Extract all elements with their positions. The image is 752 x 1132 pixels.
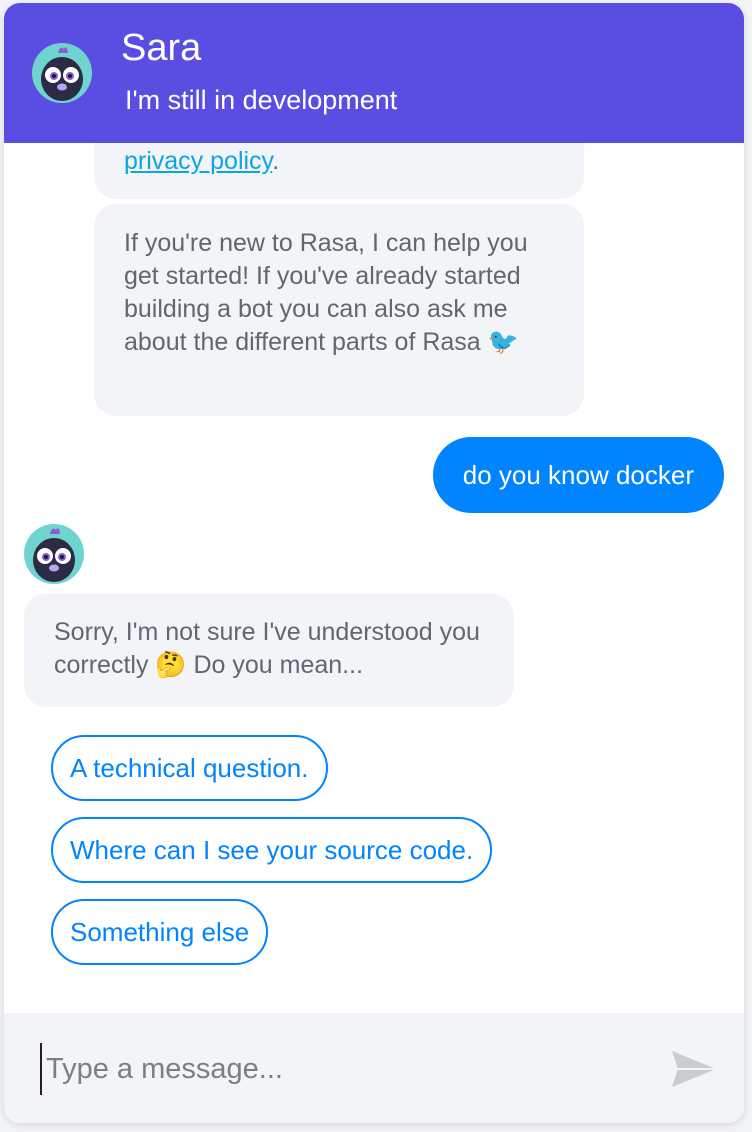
send-icon[interactable] xyxy=(670,1047,718,1091)
bot-message-text: Sorry, I'm not sure I've understood you … xyxy=(54,618,480,679)
quick-reply-button[interactable]: Something else xyxy=(51,899,269,965)
bot-message: If you're new to Rasa, I can help you ge… xyxy=(94,204,584,416)
quick-reply-button[interactable]: A technical question. xyxy=(51,735,328,801)
bot-avatar-icon xyxy=(32,43,92,103)
bot-message: privacy policy. xyxy=(94,143,584,199)
message-punctuation: . xyxy=(272,147,280,175)
user-message: do you know docker xyxy=(432,437,724,513)
message-composer xyxy=(4,1013,744,1123)
quick-reply-button[interactable]: Where can I see your source code. xyxy=(51,817,493,883)
user-message-text: do you know docker xyxy=(462,459,694,490)
bot-name: Sara xyxy=(121,27,202,69)
message-list[interactable]: privacy policy. If you're new to Rasa, I… xyxy=(4,143,744,1013)
bot-message: Sorry, I'm not sure I've understood you … xyxy=(24,594,514,707)
bot-avatar-icon xyxy=(24,524,84,584)
bot-status: I'm still in development xyxy=(125,85,398,115)
chat-header: Sara I'm still in development xyxy=(4,3,744,143)
chat-widget: Sara I'm still in development privacy po… xyxy=(4,3,744,1123)
privacy-policy-link[interactable]: privacy policy xyxy=(124,147,272,175)
message-input[interactable] xyxy=(40,1043,648,1095)
bot-message-text: If you're new to Rasa, I can help you ge… xyxy=(124,229,528,356)
